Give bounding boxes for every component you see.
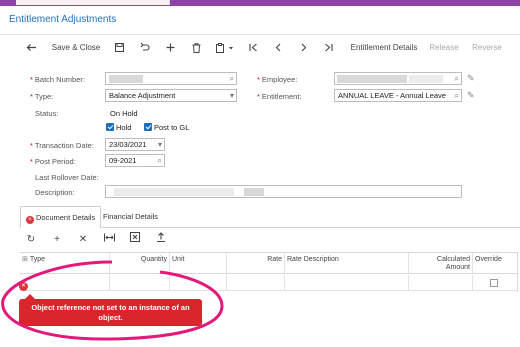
annotation-ellipse: [1, 260, 224, 341]
